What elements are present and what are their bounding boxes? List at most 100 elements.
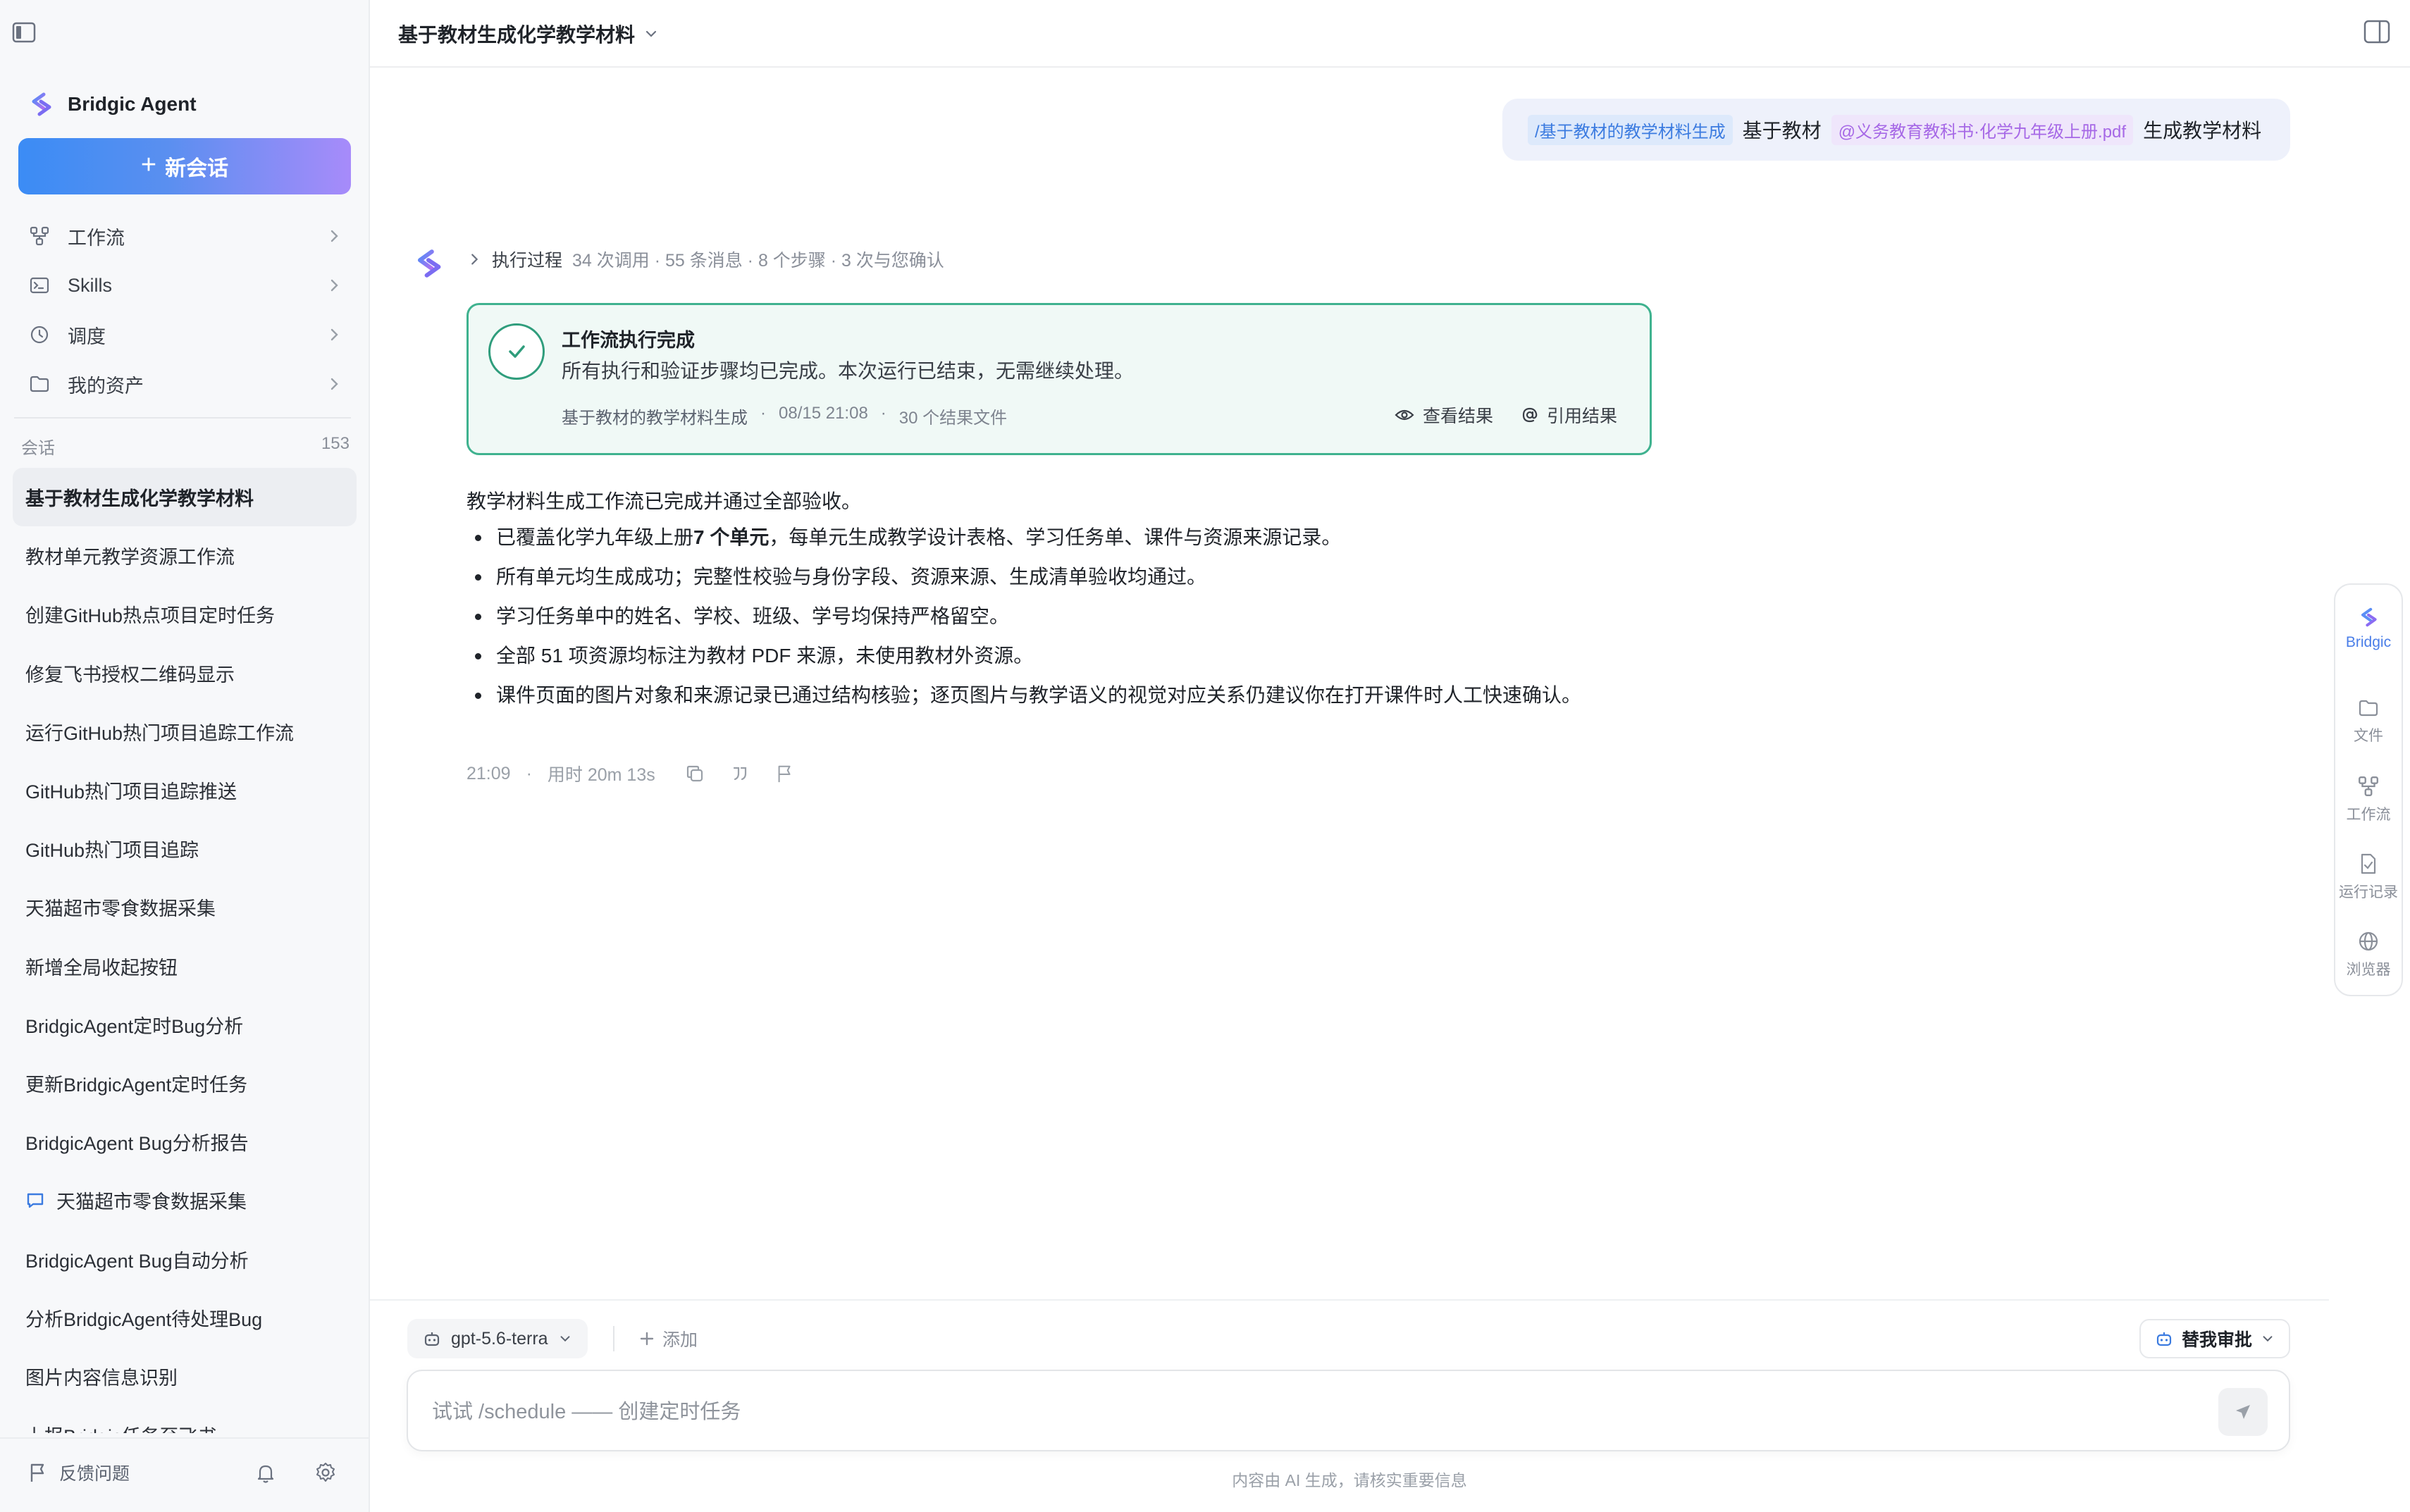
add-context-button[interactable]: 添加 xyxy=(638,1326,698,1351)
chevron-right-icon xyxy=(326,376,342,392)
message-composer xyxy=(407,1370,2290,1451)
session-list: 基于教材生成化学教学材料 教材单元教学资源工作流 创建GitHub热点项目定时任… xyxy=(13,468,357,1433)
sidebar-item-schedule[interactable]: 调度 xyxy=(18,310,351,359)
session-item[interactable]: GitHub热门项目追踪 xyxy=(13,819,357,878)
chevron-right-icon xyxy=(326,277,342,294)
view-results-label: 查看结果 xyxy=(1422,407,1493,426)
chat-bubble-icon xyxy=(25,1191,45,1210)
send-icon xyxy=(2233,1402,2253,1422)
session-item[interactable]: BridgicAgent Bug自动分析 xyxy=(13,1229,357,1288)
sessions-label: 会话 xyxy=(21,439,55,458)
rail-item-workflow[interactable]: 工作流 xyxy=(2335,775,2402,824)
sidebar-item-label: 工作流 xyxy=(68,227,125,249)
bell-icon[interactable] xyxy=(257,1463,275,1484)
rail-label: Bridgic xyxy=(2345,634,2392,650)
rail-item-bridgic[interactable]: Bridgic xyxy=(2335,606,2402,651)
session-item[interactable]: 图片内容信息识别 xyxy=(13,1347,357,1406)
message-duration: 用时 20m 13s xyxy=(547,765,655,785)
conversation-title-dropdown[interactable]: 基于教材生成化学教学材料 xyxy=(398,20,659,48)
brand: Bridgic Agent xyxy=(27,89,197,120)
sessions-count: 153 xyxy=(321,434,350,453)
user-message-text: 生成教学材料 xyxy=(2143,120,2262,142)
sidebar-item-skills[interactable]: Skills xyxy=(18,261,351,310)
command-chip[interactable]: /基于教材的教学材料生成 xyxy=(1528,114,1733,145)
right-tool-rail: Bridgic 文件 工作流 运行记录 浏览器 xyxy=(2334,583,2403,996)
feedback-button[interactable]: 反馈问题 xyxy=(28,1460,130,1485)
at-sign-icon xyxy=(1521,407,1538,423)
session-title: BridgicAgent定时Bug分析 xyxy=(25,1015,244,1037)
session-item[interactable]: BridgicAgent定时Bug分析 xyxy=(13,996,357,1054)
chevron-right-icon xyxy=(326,228,342,244)
meta-separator: · xyxy=(880,404,886,423)
copy-icon[interactable] xyxy=(685,764,705,783)
check-icon xyxy=(488,323,545,380)
send-button[interactable] xyxy=(2218,1388,2268,1436)
session-title: 基于教材生成化学教学材料 xyxy=(25,488,254,510)
sidebar-item-workflow[interactable]: 工作流 xyxy=(18,211,351,261)
session-title: 教材单元教学资源工作流 xyxy=(25,547,235,569)
divider xyxy=(613,1326,614,1351)
session-item[interactable]: 创建GitHub热点项目定时任务 xyxy=(13,585,357,643)
execution-process-toggle[interactable]: 执行过程 34 次调用 · 55 条消息 · 8 个步骤 · 3 次与您确认 xyxy=(466,247,944,272)
session-title: 运行GitHub热门项目追踪工作流 xyxy=(25,722,295,744)
rail-item-run-history[interactable]: 运行记录 xyxy=(2335,853,2402,902)
feedback-label: 反馈问题 xyxy=(59,1464,130,1484)
sidebar-nav: 工作流 Skills 调度 我的资产 xyxy=(18,211,351,409)
session-item[interactable]: 天猫超市零食数据采集 xyxy=(13,878,357,936)
sessions-header: 会话 153 xyxy=(21,434,350,459)
message-time: 21:09 xyxy=(466,763,511,783)
rail-item-files[interactable]: 文件 xyxy=(2335,698,2402,745)
new-chat-button[interactable]: + 新会话 xyxy=(18,138,351,194)
right-panel-toggle-icon[interactable] xyxy=(2363,20,2390,44)
user-message-text: 基于教材 xyxy=(1742,120,1822,142)
bullet-emphasis: 7 个单元 xyxy=(693,526,770,548)
flag-icon xyxy=(28,1462,48,1483)
session-title: 修复飞书授权二维码显示 xyxy=(25,664,235,686)
sidebar-item-label: 我的资产 xyxy=(68,375,144,397)
session-item[interactable]: BridgicAgent Bug分析报告 xyxy=(13,1113,357,1171)
top-bar: 基于教材生成化学教学材料 xyxy=(370,0,2410,68)
view-results-button[interactable]: 查看结果 xyxy=(1395,402,1493,428)
sidebar-toggle-icon xyxy=(12,22,36,43)
session-item[interactable]: 上报Bridgic任务至飞书 xyxy=(13,1406,357,1433)
session-item[interactable]: 更新BridgicAgent定时任务 xyxy=(13,1054,357,1113)
session-title: 上报Bridgic任务至飞书 xyxy=(25,1421,217,1433)
document-check-icon xyxy=(2359,853,2378,875)
model-selector[interactable]: gpt-5.6-terra xyxy=(407,1319,588,1358)
session-item[interactable]: 修复飞书授权二维码显示 xyxy=(13,644,357,702)
cite-results-button[interactable]: 引用结果 xyxy=(1521,402,1617,428)
session-item[interactable]: 运行GitHub热门项目追踪工作流 xyxy=(13,702,357,761)
session-item[interactable]: 教材单元教学资源工作流 xyxy=(13,526,357,585)
run-time: 08/15 21:08 xyxy=(779,404,868,423)
add-label: 添加 xyxy=(662,1330,698,1350)
robot-icon xyxy=(2155,1330,2173,1348)
session-title: BridgicAgent Bug分析报告 xyxy=(25,1133,249,1155)
auto-approve-button[interactable]: 替我审批 xyxy=(2139,1319,2290,1358)
result-file-count: 30 个结果文件 xyxy=(898,409,1008,428)
session-item[interactable]: 天猫超市零食数据采集 xyxy=(13,1171,357,1229)
composer-divider xyxy=(370,1299,2329,1301)
session-item[interactable]: GitHub热门项目追踪推送 xyxy=(13,761,357,819)
session-item[interactable]: 基于教材生成化学教学材料 xyxy=(13,468,357,527)
eye-icon xyxy=(1395,407,1414,423)
chevron-down-icon xyxy=(558,1332,572,1346)
plus-icon: + xyxy=(140,150,157,180)
sidebar-item-assets[interactable]: 我的资产 xyxy=(18,359,351,409)
conversation-title: 基于教材生成化学教学材料 xyxy=(398,24,636,46)
gear-icon[interactable] xyxy=(314,1461,337,1484)
session-item[interactable]: 分析BridgicAgent待处理Bug xyxy=(13,1289,357,1347)
message-actions xyxy=(685,764,795,783)
chevron-down-icon xyxy=(643,26,659,42)
sidebar: Bridgic Agent + 新会话 工作流 Skills 调度 我的资产 会… xyxy=(0,0,370,1512)
file-mention-chip[interactable]: @义务教育教科书·化学九年级上册.pdf xyxy=(1831,114,2134,145)
sidebar-toggle-button[interactable] xyxy=(10,18,38,47)
quote-icon[interactable] xyxy=(730,764,750,783)
session-title: BridgicAgent Bug自动分析 xyxy=(25,1250,249,1272)
globe-icon xyxy=(2357,930,2380,953)
message-input[interactable] xyxy=(432,1396,2123,1427)
rail-item-browser[interactable]: 浏览器 xyxy=(2335,930,2402,979)
flag-icon[interactable] xyxy=(775,764,795,783)
meta-separator: · xyxy=(760,404,766,423)
session-item[interactable]: 新增全局收起按钮 xyxy=(13,937,357,996)
rail-label: 运行记录 xyxy=(2339,884,2398,900)
